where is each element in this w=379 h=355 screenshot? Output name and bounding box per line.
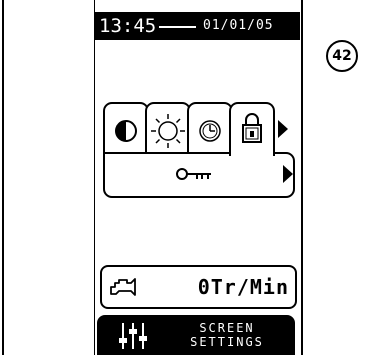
clock-time: 13:45 <box>99 15 157 37</box>
status-divider <box>159 26 196 28</box>
tab-clock[interactable] <box>187 102 233 156</box>
engine-icon <box>110 278 136 296</box>
lock-settings-panel <box>103 152 295 198</box>
date-display: 01/01/05 <box>203 18 274 33</box>
rpm-value: 0Tr/Min <box>197 275 289 299</box>
tab-lock[interactable] <box>229 102 275 156</box>
engine-rpm-display: 0Tr/Min <box>100 265 297 309</box>
panel-next-arrow[interactable] <box>283 165 293 183</box>
screen-settings-label: SCREEN SETTINGS <box>177 321 277 349</box>
sliders-icon <box>119 323 147 349</box>
clock-icon <box>199 120 221 142</box>
label-line-2: SETTINGS <box>190 335 264 349</box>
lock-icon <box>242 113 262 143</box>
callout-number-badge: 42 <box>326 40 358 72</box>
screen-right-border <box>301 0 303 355</box>
contrast-icon <box>115 120 137 142</box>
screen-settings-button[interactable]: SCREEN SETTINGS <box>97 315 295 355</box>
status-bar: 13:45 01/01/05 <box>95 12 300 40</box>
tab-brightness[interactable] <box>145 102 191 156</box>
tabs-next-arrow[interactable] <box>278 120 288 138</box>
label-line-1: SCREEN <box>199 321 255 335</box>
left-frame-line <box>2 0 4 355</box>
brightness-icon <box>151 114 185 148</box>
tab-contrast[interactable] <box>103 102 149 156</box>
key-icon <box>176 168 211 180</box>
device-screen: 13:45 01/01/05 0Tr/Min SCREEN SETTINGS <box>95 0 300 355</box>
